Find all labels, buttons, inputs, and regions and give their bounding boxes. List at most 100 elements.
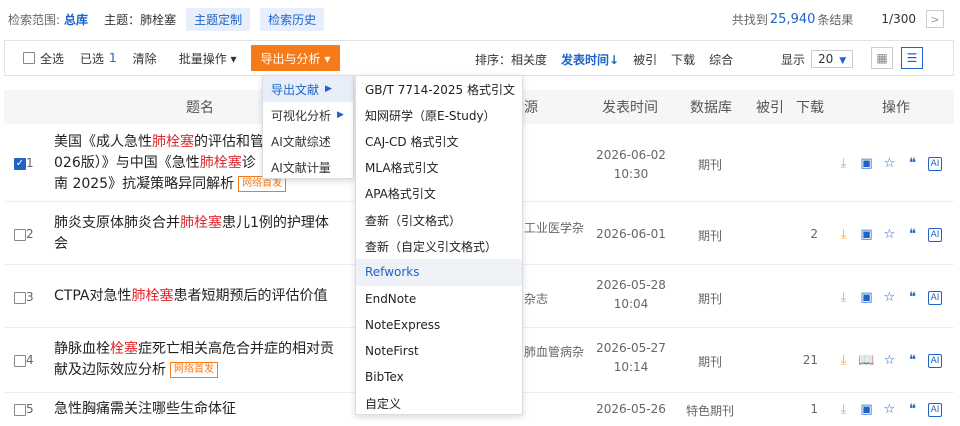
quote-icon[interactable]: ❝ bbox=[905, 353, 920, 368]
col-source: 源 bbox=[524, 100, 538, 116]
html-read-icon[interactable]: ▣ bbox=[859, 156, 874, 171]
sort-relevance[interactable]: 排序：相关度 bbox=[475, 51, 547, 68]
batch-ops-button[interactable]: 批量操作 ▾ bbox=[171, 47, 245, 70]
format-notefirst[interactable]: NoteFirst bbox=[356, 338, 522, 364]
row-index: 3 bbox=[14, 290, 34, 304]
star-icon[interactable]: ☆ bbox=[882, 156, 897, 171]
col-download[interactable]: 下载 bbox=[796, 97, 824, 117]
row-checkbox[interactable] bbox=[14, 291, 26, 304]
quote-icon[interactable]: ❝ bbox=[905, 156, 920, 171]
article-title[interactable]: 静脉血栓栓塞症死亡相关高危合并症的相对贡 献及边际效应分析 网络首发 bbox=[54, 339, 364, 381]
star-icon[interactable]: ☆ bbox=[882, 353, 897, 368]
row-actions: ⤓ ▣ ☆ ❝ AI bbox=[836, 290, 942, 305]
format-refworks[interactable]: Refworks bbox=[356, 259, 522, 286]
export-menu: 导出文献 ▶ 可视化分析 ▶ AI文献综述 AI文献计量 bbox=[262, 75, 354, 179]
html-read-icon[interactable]: ▣ bbox=[859, 402, 874, 417]
col-db: 数据库 bbox=[690, 100, 732, 116]
database-type: 期刊 bbox=[697, 355, 722, 369]
col-cite[interactable]: 被引 bbox=[756, 97, 784, 117]
result-toolbar: 全选 已选 1 清除 批量操作 ▾ 导出与分析 ▾ 排序：相关度 发表时间↓ 被… bbox=[4, 40, 954, 76]
next-page-button[interactable]: > bbox=[926, 10, 944, 28]
grid-view-icon[interactable]: ▦ bbox=[871, 47, 893, 69]
row-checkbox[interactable] bbox=[14, 403, 26, 416]
download-icon[interactable]: ⤓ bbox=[836, 156, 851, 171]
source-name[interactable]: 肺血管病杂 bbox=[524, 343, 584, 360]
quote-icon[interactable]: ❝ bbox=[905, 402, 920, 417]
chevron-down-icon: ▼ bbox=[839, 56, 847, 66]
search-history-button[interactable]: 检索历史 bbox=[260, 7, 325, 31]
source-name[interactable]: 杂志 bbox=[524, 290, 548, 307]
ai-icon[interactable]: AI bbox=[928, 227, 942, 242]
scope-db[interactable]: 总库 bbox=[64, 11, 88, 28]
article-title[interactable]: 急性胸痛需关注哪些生命体征 bbox=[54, 399, 364, 420]
pub-date: 2026-06-02 10:30 bbox=[596, 148, 666, 181]
sort-comprehensive[interactable]: 综合 bbox=[709, 51, 733, 68]
list-view-icon[interactable]: ☰ bbox=[901, 47, 923, 69]
menu-visual-analysis[interactable]: 可视化分析 ▶ bbox=[263, 102, 353, 128]
format-gbt7714[interactable]: GB/T 7714-2025 格式引文 bbox=[356, 76, 522, 102]
row-index: 4 bbox=[14, 353, 34, 367]
cite-count[interactable]: 2 bbox=[794, 227, 818, 241]
download-icon[interactable]: ⤓ bbox=[836, 227, 851, 242]
html-read-icon[interactable]: ▣ bbox=[859, 290, 874, 305]
format-novelty[interactable]: 查新（引文格式） bbox=[356, 207, 522, 233]
database-type: 期刊 bbox=[697, 292, 722, 306]
format-cajcd[interactable]: CAJ-CD 格式引文 bbox=[356, 128, 522, 154]
book-icon[interactable]: 📖 bbox=[858, 353, 874, 368]
menu-export-literature[interactable]: 导出文献 ▶ bbox=[263, 76, 353, 102]
scope-label: 检索范围: bbox=[8, 12, 61, 27]
menu-ai-review[interactable]: AI文献综述 bbox=[263, 128, 353, 154]
found-suffix: 条结果 bbox=[817, 12, 854, 27]
cite-count[interactable]: 1 bbox=[794, 402, 818, 416]
format-custom[interactable]: 自定义 bbox=[356, 390, 522, 416]
download-icon[interactable]: ⤓ bbox=[836, 402, 851, 417]
row-actions: ⤓ ▣ ☆ ❝ AI bbox=[836, 227, 942, 242]
result-total: 25,940 bbox=[769, 11, 816, 27]
show-label: 显示 bbox=[781, 52, 806, 67]
ai-icon[interactable]: AI bbox=[928, 402, 942, 417]
source-name[interactable]: 工业医学杂 bbox=[524, 219, 584, 236]
export-analysis-button[interactable]: 导出与分析 ▾ bbox=[250, 45, 341, 71]
format-estudy[interactable]: 知网研学（原E-Study） bbox=[356, 102, 522, 128]
article-title[interactable]: 肺炎支原体肺炎合并肺栓塞患儿1例的护理体 会 bbox=[54, 213, 364, 255]
format-novelty-custom[interactable]: 查新（自定义引文格式） bbox=[356, 233, 522, 259]
html-read-icon[interactable]: ▣ bbox=[859, 227, 874, 242]
cite-count[interactable]: 21 bbox=[794, 353, 818, 367]
sort-date[interactable]: 发表时间↓ bbox=[561, 51, 619, 68]
star-icon[interactable]: ☆ bbox=[882, 402, 897, 417]
selected-label: 已选 bbox=[80, 51, 105, 66]
article-title[interactable]: CTPA对急性肺栓塞患者短期预后的评估价值 bbox=[54, 286, 364, 307]
row-checkbox[interactable] bbox=[14, 354, 26, 367]
database-type: 特色期刊 bbox=[685, 404, 734, 418]
topic-custom-button[interactable]: 主题定制 bbox=[186, 7, 251, 31]
ai-icon[interactable]: AI bbox=[928, 156, 942, 171]
row-index: 2 bbox=[14, 227, 34, 241]
menu-ai-bibliometrics[interactable]: AI文献计量 bbox=[263, 154, 353, 180]
format-mla[interactable]: MLA格式引文 bbox=[356, 155, 522, 181]
row-checkbox[interactable]: ✓ bbox=[14, 157, 26, 170]
row-checkbox[interactable] bbox=[14, 228, 26, 241]
row-actions: ⤓ ▣ ☆ ❝ AI bbox=[836, 156, 942, 171]
star-icon[interactable]: ☆ bbox=[882, 227, 897, 242]
download-icon[interactable]: ⤓ bbox=[836, 353, 851, 368]
clear-button[interactable]: 清除 bbox=[133, 50, 157, 67]
select-all-label[interactable]: 全选 bbox=[40, 50, 64, 67]
first-online-badge: 网络首发 bbox=[170, 362, 218, 378]
quote-icon[interactable]: ❝ bbox=[905, 227, 920, 242]
ai-icon[interactable]: AI bbox=[928, 353, 942, 368]
format-apa[interactable]: APA格式引文 bbox=[356, 181, 522, 207]
sort-cite[interactable]: 被引 bbox=[633, 51, 657, 68]
sort-options: 排序：相关度 发表时间↓ 被引 下载 综合 bbox=[475, 41, 747, 77]
col-date[interactable]: 发表时间 bbox=[602, 97, 658, 117]
sort-download[interactable]: 下载 bbox=[671, 51, 695, 68]
format-endnote[interactable]: EndNote bbox=[356, 286, 522, 312]
quote-icon[interactable]: ❝ bbox=[905, 290, 920, 305]
select-all-checkbox[interactable] bbox=[23, 52, 35, 64]
download-icon[interactable]: ⤓ bbox=[836, 290, 851, 305]
ai-icon[interactable]: AI bbox=[928, 290, 942, 305]
page-size-select[interactable]: 20 ▼ bbox=[811, 50, 854, 68]
format-bibtex[interactable]: BibTex bbox=[356, 364, 522, 390]
format-noteexpress[interactable]: NoteExpress bbox=[356, 312, 522, 338]
pub-date: 2026-05-27 10:14 bbox=[596, 341, 666, 374]
star-icon[interactable]: ☆ bbox=[882, 290, 897, 305]
